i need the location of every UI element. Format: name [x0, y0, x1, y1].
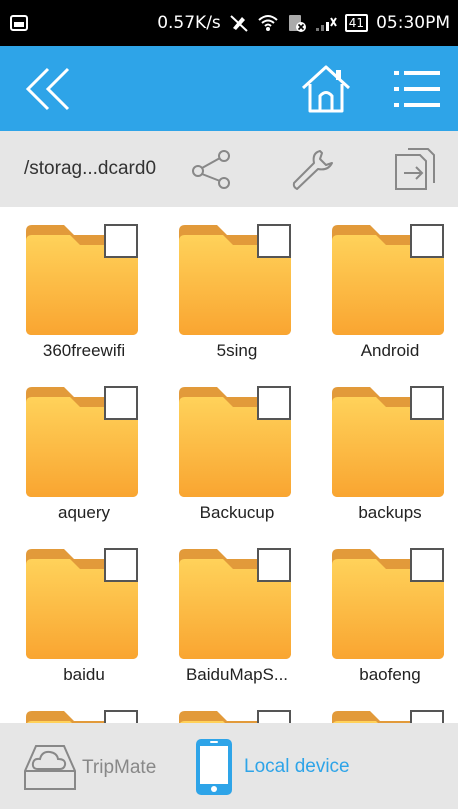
wrench-icon[interactable]	[290, 147, 336, 193]
folder-checkbox[interactable]	[410, 548, 444, 582]
exit-icon[interactable]	[392, 147, 436, 193]
folder-item[interactable]: Android	[320, 207, 458, 360]
folder-item[interactable]	[167, 693, 307, 723]
folder-name: aquery	[58, 503, 110, 522]
battery-icon: 41	[344, 14, 369, 32]
folder-item[interactable]: backups	[320, 369, 458, 522]
signal-icon	[315, 17, 337, 31]
top-toolbar	[0, 46, 458, 131]
folder-checkbox[interactable]	[104, 386, 138, 420]
status-bar: 0.57K/s 41 05:30PM	[0, 0, 458, 46]
battery-level: 41	[344, 14, 369, 32]
folder-checkbox[interactable]	[104, 224, 138, 258]
folder-checkbox[interactable]	[410, 386, 444, 420]
folder-name: backups	[358, 503, 422, 522]
folder-name: Android	[360, 341, 420, 360]
share-icon[interactable]	[190, 149, 232, 189]
folder-checkbox[interactable]	[257, 224, 291, 258]
no-sim-icon	[288, 15, 306, 32]
phone-icon	[196, 739, 232, 795]
list-menu-icon[interactable]	[392, 68, 442, 110]
double-chevron-left-icon[interactable]	[24, 66, 74, 112]
folder-grid: 360freewifi 5sing Android aquery Backucup bac…	[0, 207, 458, 723]
folder-checkbox[interactable]	[104, 548, 138, 582]
tripmate-label: TripMate	[82, 757, 157, 778]
tab-tripmate[interactable]: TripMate	[22, 741, 156, 795]
folder-name: Backucup	[199, 503, 275, 522]
folder-checkbox[interactable]	[104, 710, 138, 723]
folder-name: baofeng	[359, 665, 421, 684]
local-device-label: Local device	[244, 756, 350, 777]
folder-checkbox[interactable]	[410, 710, 444, 723]
folder-name: 360freewifi	[42, 341, 126, 360]
folder-item[interactable]: aquery	[14, 369, 154, 522]
bottom-bar: TripMate Local device	[0, 723, 458, 809]
cloud-drive-icon	[24, 745, 76, 790]
folder-checkbox[interactable]	[257, 386, 291, 420]
tab-local-device[interactable]: Local device	[194, 737, 350, 797]
current-path[interactable]: /storag...dcard0	[24, 131, 156, 207]
path-bar: /storag...dcard0	[0, 131, 458, 207]
folder-name: BaiduMapS...	[185, 665, 289, 684]
folder-name: baidu	[63, 665, 105, 684]
folder-item[interactable]: 360freewifi	[14, 207, 154, 360]
mute-icon	[230, 15, 248, 32]
folder-checkbox[interactable]	[257, 710, 291, 723]
folder-item[interactable]: 5sing	[167, 207, 307, 360]
folder-name: 5sing	[216, 341, 258, 360]
folder-item[interactable]: BaiduMapS...	[167, 531, 307, 684]
clock: 05:30PM	[376, 13, 450, 33]
folder-checkbox[interactable]	[257, 548, 291, 582]
home-icon[interactable]	[300, 64, 352, 114]
folder-item[interactable]: baidu	[14, 531, 154, 684]
folder-item[interactable]	[14, 693, 154, 723]
folder-item[interactable]: baofeng	[320, 531, 458, 684]
image-icon	[10, 15, 28, 31]
wifi-icon	[258, 15, 278, 31]
network-speed: 0.57K/s	[157, 13, 221, 33]
folder-item[interactable]	[320, 693, 458, 723]
status-icons: 0.57K/s 41 05:30PM	[157, 0, 450, 46]
folder-checkbox[interactable]	[410, 224, 444, 258]
folder-item[interactable]: Backucup	[167, 369, 307, 522]
